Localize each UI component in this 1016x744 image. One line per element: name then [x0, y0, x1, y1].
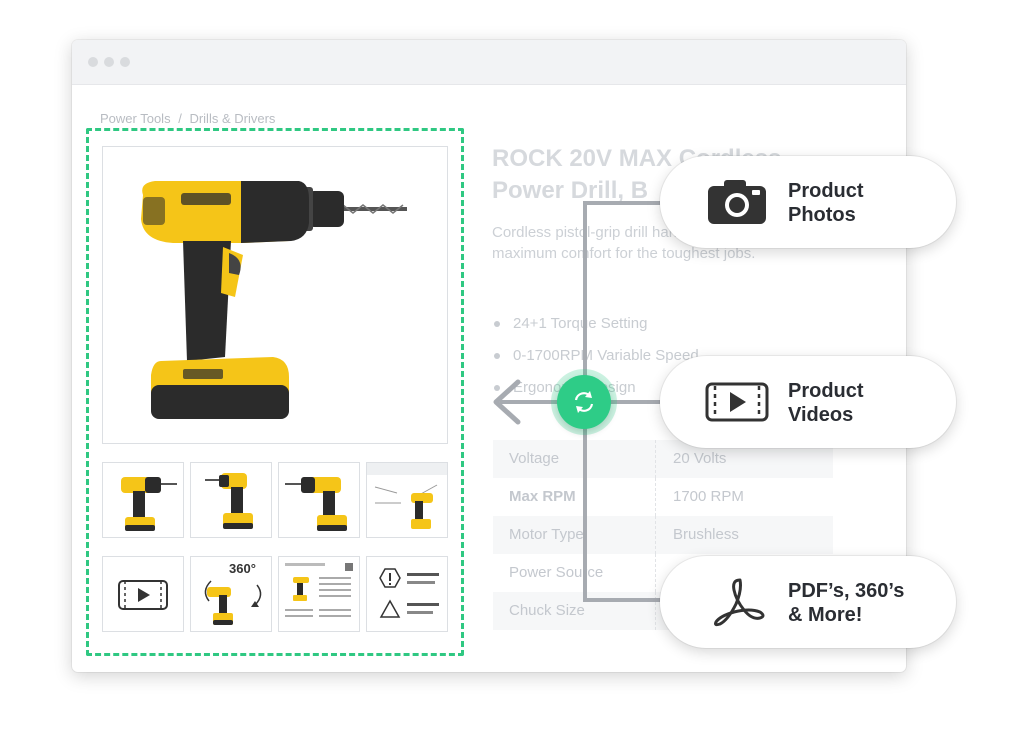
breadcrumb-item[interactable]: Power Tools [100, 111, 171, 126]
spec-value: 1700 RPM [673, 488, 744, 505]
callout-product-videos[interactable]: Product Videos [660, 356, 956, 448]
pdf-icon [714, 578, 765, 627]
feature-item: 0-1700RPM Variable Speed [494, 346, 699, 378]
breadcrumb-item[interactable]: Drills & Drivers [189, 111, 275, 126]
breadcrumb: Power Tools / Drills & Drivers [100, 111, 279, 126]
breadcrumb-separator: / [178, 111, 182, 126]
callout-label: PDF’s, 360’s [788, 580, 905, 602]
window-control-dot[interactable] [120, 57, 130, 67]
spec-value: Brushless [673, 526, 739, 543]
window-titlebar [72, 40, 906, 85]
callout-label: Videos [788, 404, 854, 426]
callout-label: & More! [788, 604, 863, 626]
window-control-dot[interactable] [88, 57, 98, 67]
media-gallery-highlight [86, 128, 464, 656]
spec-key: Power Source [509, 564, 604, 581]
spec-key: Voltage [509, 450, 560, 467]
video-icon [705, 382, 769, 422]
window-control-dot[interactable] [104, 57, 114, 67]
spec-key: Motor Type [509, 526, 584, 543]
callout-product-photos[interactable]: Product Photos [660, 156, 956, 248]
sync-icon [574, 391, 594, 413]
callout-pdfs-360s[interactable]: PDF’s, 360’s & More! [660, 556, 956, 648]
callout-label: Product [788, 180, 864, 202]
camera-icon [708, 180, 766, 224]
feature-item: 24+1 Torque Setting [494, 314, 699, 346]
spec-key: Chuck Size [509, 602, 585, 619]
spec-key: Max RPM [509, 488, 576, 505]
spec-value: 20 Volts [673, 450, 727, 467]
callout-label: Photos [788, 204, 856, 226]
sync-button[interactable] [557, 375, 611, 429]
table-row: Max RPM 1700 RPM [493, 478, 833, 516]
table-row: Motor Type Brushless [493, 516, 833, 554]
callout-label: Product [788, 380, 864, 402]
